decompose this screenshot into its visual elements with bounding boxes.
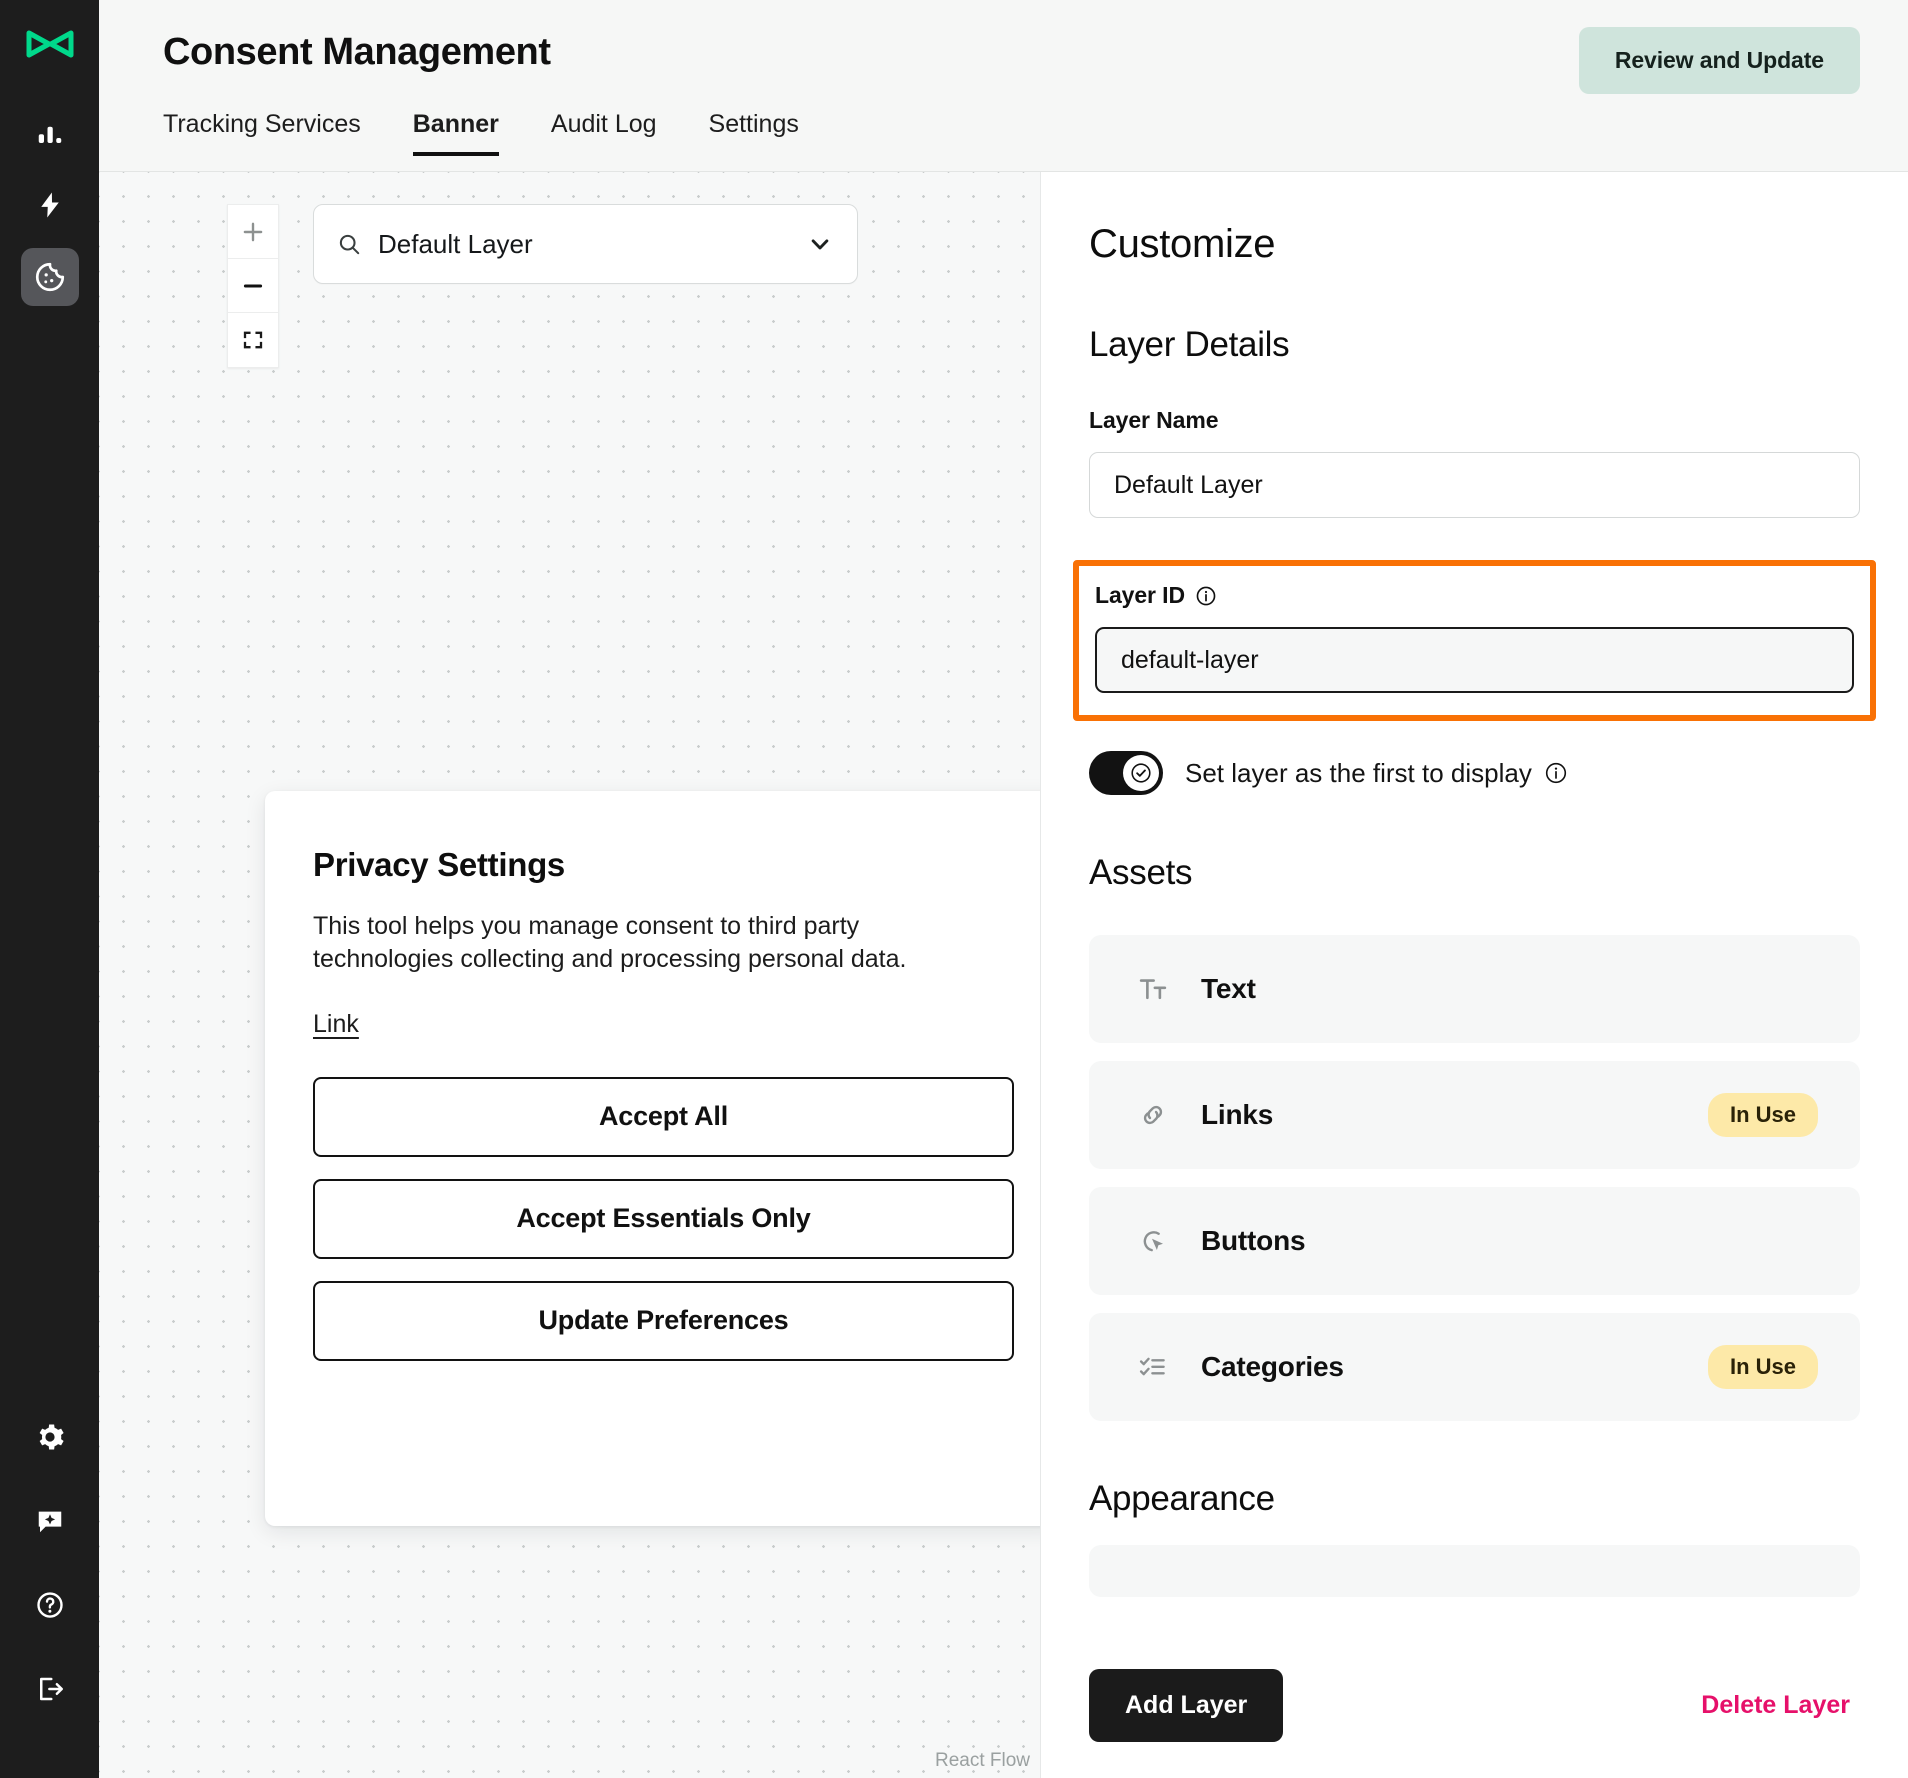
tab-settings[interactable]: Settings [709,110,799,156]
app-root: Consent Management Tracking Services Ban… [0,0,1908,1778]
appearance-section-placeholder[interactable] [1089,1545,1860,1597]
automation-icon [40,192,59,218]
tab-audit-log[interactable]: Audit Log [551,110,657,156]
sidebar-item-help[interactable] [27,1582,73,1628]
cursor-click-icon [1131,1226,1175,1256]
asset-row-text[interactable]: Text [1089,935,1860,1043]
analytics-icon [38,126,61,143]
tab-tracking-services[interactable]: Tracking Services [163,110,361,156]
asset-label-buttons: Buttons [1201,1225,1306,1256]
tab-banner[interactable]: Banner [412,110,499,156]
layer-select-value: Default Layer [378,228,533,259]
brand-logo[interactable] [24,24,76,64]
left-nav-sidebar [0,0,99,1778]
fit-view-button[interactable] [228,313,278,367]
first-to-display-label-row: Set layer as the first to display [1185,758,1568,789]
asset-row-links[interactable]: Links In Use [1089,1061,1860,1169]
banner-preview-title: Privacy Settings [313,846,565,883]
page-header: Consent Management Tracking Services Ban… [99,0,1908,172]
content-body: Default Layer Privacy Settings This tool… [99,172,1908,1778]
link-icon [1131,1100,1175,1130]
layer-select-dropdown[interactable]: Default Layer [313,204,858,284]
sidebar-item-automation[interactable] [21,176,79,234]
sidebar-item-logout[interactable] [27,1666,73,1712]
add-layer-button[interactable]: Add Layer [1089,1669,1284,1742]
zoom-out-button[interactable] [228,259,278,313]
canvas-zoom-controls [227,204,279,368]
asset-row-categories[interactable]: Categories In Use [1089,1313,1860,1421]
first-to-display-row: Set layer as the first to display [1089,751,1860,795]
layer-id-label: Layer ID [1095,582,1185,608]
first-to-display-toggle[interactable] [1089,751,1163,795]
asset-label-categories: Categories [1201,1351,1344,1382]
layer-id-input[interactable]: default-layer [1095,627,1854,693]
accept-all-button[interactable]: Accept All [313,1076,1014,1157]
layer-name-input[interactable]: Default Layer [1089,452,1860,518]
sidebar-item-assistant[interactable] [27,1498,73,1544]
first-to-display-label: Set layer as the first to display [1185,757,1532,788]
assets-heading: Assets [1089,853,1193,892]
chevron-down-icon [811,239,829,250]
ai-chat-icon [38,1511,61,1533]
customize-panel: Customize Layer Details Layer Name Defau… [1041,172,1908,1778]
asset-row-buttons[interactable]: Buttons [1089,1187,1860,1295]
layer-name-label: Layer Name [1089,407,1219,433]
update-preferences-button[interactable]: Update Preferences [313,1280,1014,1361]
banner-preview-card[interactable]: Privacy Settings This tool helps you man… [265,791,1040,1526]
info-icon [1545,762,1566,784]
layer-details-heading: Layer Details [1089,325,1290,364]
panel-footer: Add Layer Delete Layer [1089,1669,1860,1742]
delete-layer-button[interactable]: Delete Layer [1701,1691,1860,1720]
toggle-knob [1123,755,1159,791]
minus-icon [243,283,263,288]
react-flow-attribution[interactable]: React Flow [935,1750,1030,1772]
assets-list: Text Links In Use Buttons Categories In … [1089,935,1860,1421]
text-format-icon [1131,974,1175,1004]
layer-id-highlight: Layer ID default-layer [1073,560,1876,721]
banner-preview-link[interactable]: Link [313,1010,359,1039]
sidebar-item-settings[interactable] [27,1414,73,1460]
check-circle-icon [1131,763,1151,783]
fit-view-icon [243,331,263,349]
layer-name-group: Layer Name Default Layer [1089,407,1860,518]
banner-preview-buttons: Accept All Accept Essentials Only Update… [313,1076,1014,1361]
gear-icon [39,1424,64,1450]
sidebar-item-consent[interactable] [20,248,79,306]
accept-essentials-only-button[interactable]: Accept Essentials Only [313,1178,1014,1259]
sidebar-item-analytics[interactable] [21,104,79,162]
search-icon [339,234,360,255]
checklist-icon [1131,1352,1175,1382]
banner-preview-body: This tool helps you manage consent to th… [313,912,907,974]
main-region: Consent Management Tracking Services Ban… [99,0,1908,1778]
asset-label-text: Text [1201,973,1256,1004]
info-icon [1196,586,1216,605]
flow-canvas[interactable]: Default Layer Privacy Settings This tool… [99,172,1041,1778]
asset-label-links: Links [1201,1099,1274,1130]
cookie-consent-icon [35,262,64,292]
sidebar-bottom-group [27,1414,73,1712]
zoom-in-button[interactable] [228,205,278,259]
appearance-heading: Appearance [1089,1479,1275,1518]
customize-heading: Customize [1089,222,1276,266]
review-and-update-button[interactable]: Review and Update [1578,27,1860,94]
tab-bar: Tracking Services Banner Audit Log Setti… [163,110,1868,156]
layer-id-label-row: Layer ID [1095,582,1854,609]
status-badge-categories: In Use [1707,1345,1818,1389]
logout-icon [39,1677,63,1701]
plus-icon [243,222,263,241]
help-circle-icon [36,1592,63,1618]
status-badge-links: In Use [1707,1093,1818,1137]
